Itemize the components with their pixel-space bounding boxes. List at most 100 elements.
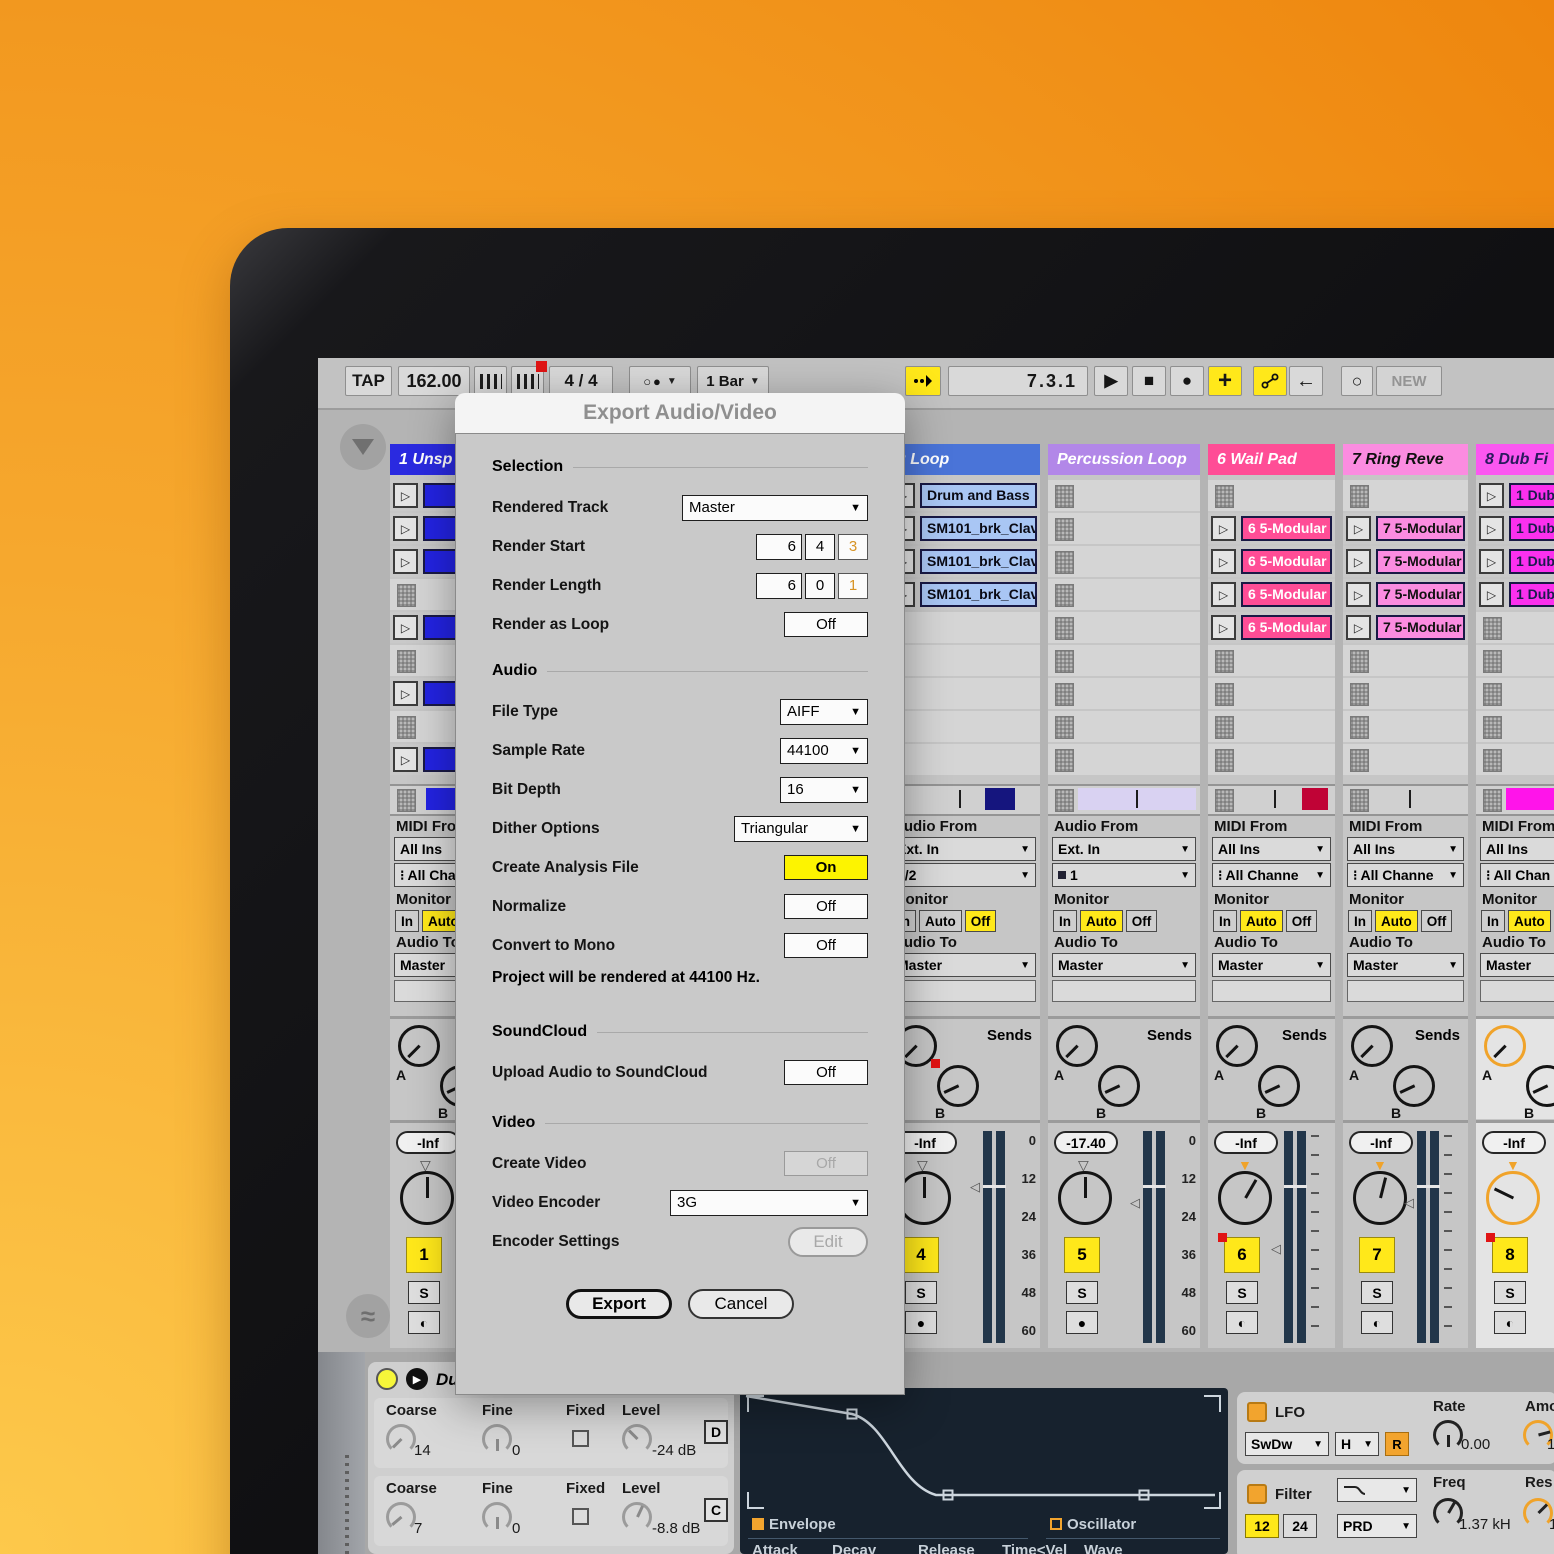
clip-stop-button[interactable] <box>1215 716 1234 739</box>
clip-slot[interactable]: ▷1 Dub <box>1476 513 1554 544</box>
clip-play-button[interactable]: ▷ <box>1211 549 1236 574</box>
stop-all-clips-button[interactable] <box>1483 789 1502 812</box>
clip-slot[interactable] <box>1343 678 1468 709</box>
monitor-auto-button[interactable]: Auto <box>1080 910 1123 932</box>
clip-slot[interactable]: ▷7 5-Modular <box>1343 579 1468 610</box>
clip-play-button[interactable]: ▷ <box>393 516 418 541</box>
monitor-off-button[interactable]: Off <box>1126 910 1158 932</box>
render-start-beat[interactable]: 4 <box>805 534 835 560</box>
clip-stop-button[interactable] <box>1483 749 1502 772</box>
volume-value[interactable]: -Inf <box>1482 1131 1546 1154</box>
clip-stop-button[interactable] <box>1055 650 1074 673</box>
clip-slot[interactable] <box>887 612 1040 643</box>
clip-stop-button[interactable] <box>397 716 416 739</box>
clip-play-button[interactable]: ▷ <box>1479 549 1504 574</box>
clip-slot[interactable] <box>1343 645 1468 676</box>
device-power-led[interactable] <box>376 1368 398 1390</box>
knob[interactable] <box>1393 1065 1435 1107</box>
stop-all-clips-button[interactable] <box>1350 789 1369 812</box>
level-knob[interactable] <box>622 1502 652 1532</box>
rate-knob[interactable] <box>1433 1420 1463 1450</box>
upload-soundcloud-toggle[interactable]: Off <box>784 1060 868 1085</box>
clip-slot[interactable]: ▷1 Dub <box>1476 480 1554 511</box>
clip-play-button[interactable]: ▷ <box>1479 582 1504 607</box>
lfo-wave-select[interactable]: SwDw▼ <box>1245 1432 1329 1456</box>
monitor-in-button[interactable]: In <box>1213 910 1237 932</box>
io-input-select[interactable]: Ext. In▼ <box>891 837 1036 861</box>
clip[interactable]: 6 5-Modular <box>1241 516 1332 541</box>
monitor-in-button[interactable]: In <box>1348 910 1372 932</box>
track-activator-button[interactable]: 5 <box>1064 1237 1100 1273</box>
clip-stop-button[interactable] <box>1483 617 1502 640</box>
clip-slot[interactable]: ▷1 Dub <box>1476 579 1554 610</box>
clip-slot[interactable] <box>1343 711 1468 742</box>
io-input-select[interactable]: All Ins▼ <box>1347 837 1464 861</box>
solo-button[interactable]: S <box>1494 1281 1526 1304</box>
stop-all-clips-button[interactable] <box>1215 789 1234 812</box>
monitor-in-button[interactable]: In <box>1481 910 1505 932</box>
filter-mode-select[interactable]: PRD▼ <box>1337 1514 1417 1538</box>
oscillator-tab[interactable]: Oscillator <box>1050 1516 1136 1533</box>
clip-stop-button[interactable] <box>1215 650 1234 673</box>
clip-stop-button[interactable] <box>1350 650 1369 673</box>
clip[interactable]: 1 Dub <box>1509 516 1554 541</box>
clip[interactable]: 7 5-Modular <box>1376 549 1465 574</box>
volume-value[interactable]: -Inf <box>396 1131 460 1154</box>
clip-stop-button[interactable] <box>397 584 416 607</box>
tap-tempo-button[interactable]: TAP <box>345 366 392 396</box>
record-button[interactable]: ● <box>1170 366 1204 396</box>
monitor-off-button[interactable]: Off <box>1421 910 1453 932</box>
clip-stop-button[interactable] <box>1215 749 1234 772</box>
lfo-sync-select[interactable]: H▼ <box>1335 1432 1379 1456</box>
clip-stop-button[interactable] <box>397 650 416 673</box>
clip-slot[interactable]: ▷6 5-Modular <box>1208 546 1335 577</box>
stop-all-clips-button[interactable] <box>397 789 416 812</box>
clip-slot[interactable] <box>1048 678 1200 709</box>
operator-d-button[interactable]: D <box>704 1420 728 1444</box>
knob[interactable] <box>1353 1171 1407 1225</box>
clip-slot[interactable]: ▷6 5-Modular <box>1208 579 1335 610</box>
clip-slot[interactable] <box>1208 645 1335 676</box>
clip-slot[interactable]: ▷1 Dub <box>1476 546 1554 577</box>
clip-stop-button[interactable] <box>1350 683 1369 706</box>
clip-slot[interactable] <box>1208 744 1335 775</box>
io-input-select[interactable]: All Ins▼ <box>1480 837 1554 861</box>
solo-button[interactable]: S <box>1226 1281 1258 1304</box>
clip-slot[interactable] <box>1048 744 1200 775</box>
monitor-auto-button[interactable]: Auto <box>919 910 962 932</box>
clip-slot[interactable] <box>1208 711 1335 742</box>
video-encoder-select[interactable]: 3G▼ <box>670 1190 868 1216</box>
monitor-auto-button[interactable]: Auto <box>1240 910 1283 932</box>
fixed-checkbox[interactable] <box>572 1508 589 1525</box>
clip-slot[interactable]: ▷7 5-Modular <box>1343 546 1468 577</box>
track-activator-button[interactable]: 1 <box>406 1237 442 1273</box>
clip[interactable]: 7 5-Modular <box>1376 615 1465 640</box>
clip-play-button[interactable]: ▷ <box>1479 483 1504 508</box>
groove-pool-icon[interactable] <box>474 366 507 396</box>
clip[interactable]: 6 5-Modular <box>1241 549 1332 574</box>
io-output-select[interactable]: Master▼ <box>891 953 1036 977</box>
clip-play-button[interactable]: ▷ <box>1211 516 1236 541</box>
knob[interactable] <box>897 1171 951 1225</box>
play-button[interactable]: ▶ <box>1094 366 1128 396</box>
knob[interactable] <box>1058 1171 1112 1225</box>
lfo-retrigger-button[interactable]: R <box>1385 1432 1409 1456</box>
clip-stop-button[interactable] <box>1055 485 1074 508</box>
clip-play-button[interactable]: ▷ <box>1479 516 1504 541</box>
clip-slot[interactable] <box>1048 480 1200 511</box>
clip-slot[interactable] <box>887 645 1040 676</box>
clip-play-button[interactable]: ▷ <box>393 681 418 706</box>
arm-button[interactable]: ● <box>905 1311 937 1334</box>
clip-play-button[interactable]: ▷ <box>393 615 418 640</box>
device-play-icon[interactable]: ▶ <box>406 1368 428 1390</box>
clip[interactable]: Drum and Bass <box>920 483 1037 508</box>
knob[interactable] <box>937 1065 979 1107</box>
arm-button[interactable]: ● <box>1066 1311 1098 1334</box>
clip-slot[interactable] <box>1476 744 1554 775</box>
clip[interactable]: 7 5-Modular <box>1376 582 1465 607</box>
cancel-button[interactable]: Cancel <box>688 1289 794 1319</box>
knob[interactable] <box>1216 1025 1258 1067</box>
monitor-in-button[interactable]: In <box>1053 910 1077 932</box>
sample-rate-select[interactable]: 44100▼ <box>780 738 868 764</box>
track-header[interactable]: 7 Ring Reve <box>1343 444 1468 475</box>
